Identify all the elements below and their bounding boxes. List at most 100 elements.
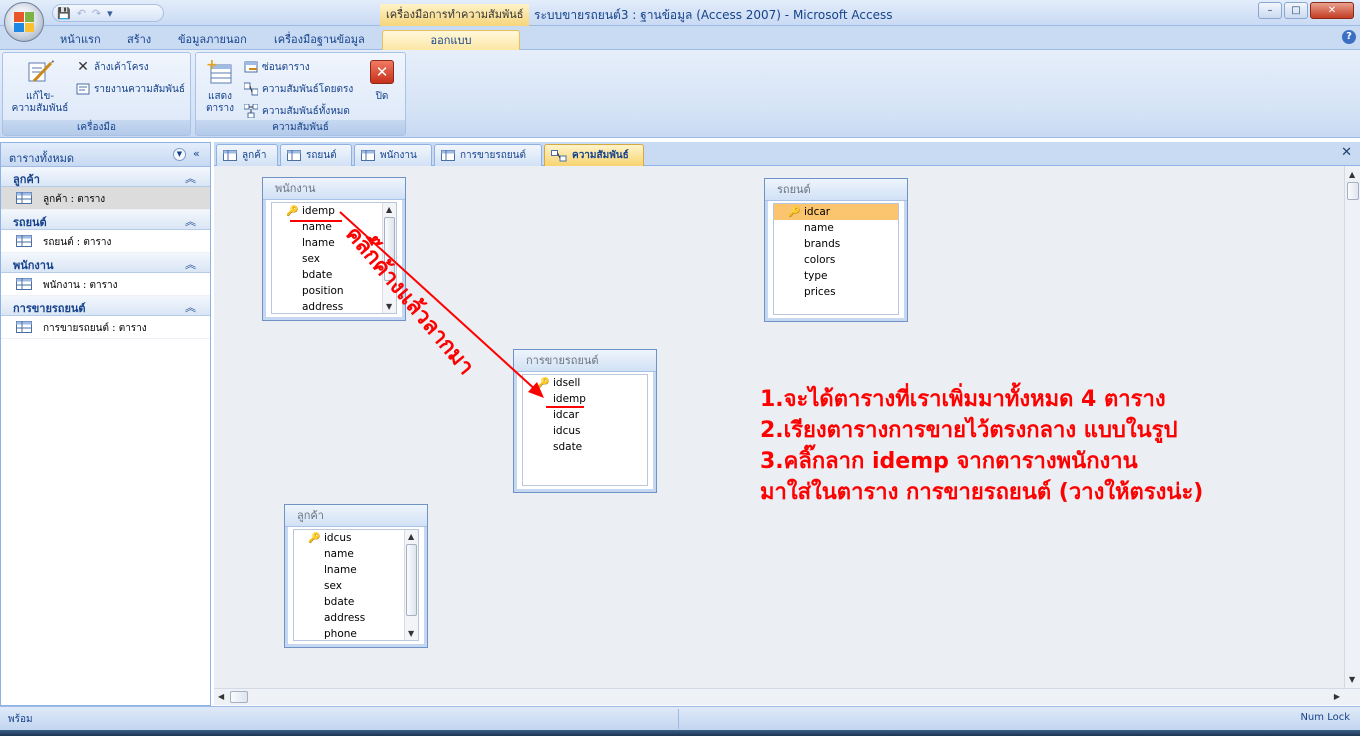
undo-icon[interactable]: ↶ <box>77 7 86 20</box>
office-button[interactable] <box>4 2 44 42</box>
scroll-down-icon[interactable]: ▼ <box>1349 675 1355 684</box>
redo-icon[interactable]: ↷ <box>92 7 101 20</box>
table-icon <box>287 150 301 161</box>
all-relationships-button[interactable]: ความสัมพันธ์ทั้งหมด <box>244 102 350 120</box>
canvas-horizontal-scrollbar[interactable]: ◀ ▶ <box>214 688 1360 705</box>
nav-group-label: ลูกค้า <box>13 173 40 186</box>
direct-relationships-button[interactable]: ความสัมพันธ์โดยตรง <box>244 80 353 98</box>
doc-tab-label: รถยนต์ <box>306 150 337 161</box>
nav-title: ตารางทั้งหมด <box>9 152 75 165</box>
tab-home[interactable]: หน้าแรก <box>60 30 101 50</box>
navigation-pane: ตารางทั้งหมด ▼ « ลูกค้า ︽ ลูกค้า : ตาราง… <box>0 142 211 706</box>
nav-header[interactable]: ตารางทั้งหมด ▼ « <box>1 143 210 167</box>
nav-item-car-table[interactable]: รถยนต์ : ตาราง <box>1 230 210 253</box>
scroll-right-icon[interactable]: ▶ <box>1334 692 1340 701</box>
scroll-left-icon[interactable]: ◀ <box>218 692 224 701</box>
nav-group-label: การขายรถยนต์ <box>13 302 86 315</box>
nav-group-customer[interactable]: ลูกค้า ︽ <box>1 167 210 187</box>
canvas-vertical-scrollbar[interactable]: ▲ ▼ <box>1344 166 1360 688</box>
show-table-button[interactable]: + แสดง ตาราง <box>200 57 240 115</box>
status-bar: พร้อม Num Lock <box>0 706 1360 730</box>
nav-item-sales-table[interactable]: การขายรถยนต์ : ตาราง <box>1 316 210 339</box>
all-relationships-icon <box>244 104 258 118</box>
doc-tab-label: การขายรถยนต์ <box>460 150 526 161</box>
nav-item-customer-table[interactable]: ลูกค้า : ตาราง <box>1 187 210 210</box>
direct-relationships-icon <box>244 82 258 96</box>
tab-database-tools[interactable]: เครื่องมือฐานข้อมูล <box>274 30 365 50</box>
nav-item-label: พนักงาน : ตาราง <box>43 280 118 291</box>
instruction-line: 3.คลิ๊กลาก idemp จากตารางพนักงาน <box>760 449 1138 474</box>
close-window-button[interactable]: ✕ <box>1310 2 1354 19</box>
instruction-line: มาใส่ในตาราง การขายรถยนต์ (วางให้ตรงน่ะ) <box>760 480 1204 505</box>
window-title: ระบบขายรถยนต์3 : ฐานข้อมูล (Access 2007)… <box>534 8 893 22</box>
doc-tab-car[interactable]: รถยนต์ <box>280 144 352 166</box>
edit-relationships-button[interactable]: แก้ไข- ความสัมพันธ์ <box>7 57 73 115</box>
minimize-button[interactable]: – <box>1258 2 1282 19</box>
report-icon <box>76 82 90 96</box>
table-icon <box>16 192 32 207</box>
doc-tab-customer[interactable]: ลูกค้า <box>216 144 278 166</box>
show-table-icon: + <box>205 57 235 87</box>
context-tool-title: เครื่องมือการทำความสัมพันธ์ <box>380 4 530 26</box>
nav-item-label: การขายรถยนต์ : ตาราง <box>43 323 147 334</box>
instruction-line: 2.เรียงตารางการขายไว้ตรงกลาง แบบในรูป <box>760 418 1178 443</box>
chevron-up-icon: ︽ <box>185 301 196 314</box>
save-icon[interactable]: 💾 <box>57 7 71 20</box>
tab-external-data[interactable]: ข้อมูลภายนอก <box>178 30 247 50</box>
close-relationships-button[interactable]: ✕ ปิด <box>362 57 402 103</box>
hide-table-button[interactable]: ซ่อนตาราง <box>244 58 310 76</box>
collapse-pane-icon[interactable]: « <box>193 147 200 160</box>
table-icon <box>223 150 237 161</box>
table-icon <box>441 150 455 161</box>
direct-relationships-label: ความสัมพันธ์โดยตรง <box>262 83 354 95</box>
instruction-notes: 1.จะได้ตารางที่เราเพิ่มมาทั้งหมด 4 ตาราง… <box>760 384 1203 508</box>
relationships-icon <box>551 149 567 161</box>
hide-table-label: ซ่อนตาราง <box>262 61 310 73</box>
title-bar: 💾 ↶ ↷ ▾ เครื่องมือการทำความสัมพันธ์ ระบบ… <box>0 0 1360 26</box>
tab-design[interactable]: ออกแบบ <box>382 30 520 50</box>
svg-text:+: + <box>206 57 218 73</box>
doc-tab-label: ความสัมพันธ์ <box>572 150 629 161</box>
tools-group-label: เครื่องมือ <box>3 120 190 135</box>
close-red-x-icon: ✕ <box>367 57 397 87</box>
relationship-report-button[interactable]: รายงานความสัมพันธ์ <box>76 80 185 98</box>
edit-relationships-icon <box>25 57 55 87</box>
maximize-button[interactable]: □ <box>1284 2 1308 19</box>
edit-relationships-label: แก้ไข- ความสัมพันธ์ <box>11 91 69 114</box>
chevron-up-icon: ︽ <box>185 172 196 185</box>
table-icon <box>16 235 32 250</box>
clear-layout-button[interactable]: ✕ ล้างเค้าโครง <box>76 58 149 76</box>
nav-item-employee-table[interactable]: พนักงาน : ตาราง <box>1 273 210 296</box>
nav-group-employee[interactable]: พนักงาน ︽ <box>1 253 210 273</box>
nav-item-label: ลูกค้า : ตาราง <box>43 194 106 205</box>
doc-tab-label: ลูกค้า <box>242 150 267 161</box>
tab-create[interactable]: สร้าง <box>127 30 151 50</box>
chevron-up-icon: ︽ <box>185 215 196 228</box>
scroll-up-icon[interactable]: ▲ <box>1349 170 1355 179</box>
ribbon-group-tools: แก้ไข- ความสัมพันธ์ ✕ ล้างเค้าโครง รายงา… <box>2 52 191 136</box>
instruction-line: 1.จะได้ตารางที่เราเพิ่มมาทั้งหมด 4 ตาราง <box>760 387 1166 412</box>
nav-group-car[interactable]: รถยนต์ ︽ <box>1 210 210 230</box>
status-text: พร้อม <box>8 714 33 725</box>
window-controls: – □ ✕ <box>1258 2 1354 19</box>
doc-tab-employee[interactable]: พนักงาน <box>354 144 432 166</box>
ribbon-group-relationships: + แสดง ตาราง ซ่อนตาราง ความสัมพันธ์โดยตร… <box>195 52 406 136</box>
chevron-down-icon[interactable]: ▼ <box>173 148 186 161</box>
nav-item-label: รถยนต์ : ตาราง <box>43 237 112 248</box>
close-document-icon[interactable]: ✕ <box>1341 145 1352 160</box>
nav-group-sales[interactable]: การขายรถยนต์ ︽ <box>1 296 210 316</box>
status-divider <box>678 709 679 729</box>
taskbar-edge <box>0 730 1360 736</box>
doc-tab-sales[interactable]: การขายรถยนต์ <box>434 144 542 166</box>
doc-tab-relationships[interactable]: ความสัมพันธ์ <box>544 144 644 166</box>
scroll-thumb[interactable] <box>230 691 248 703</box>
office-logo-icon <box>14 12 34 32</box>
customize-toolbar-icon[interactable]: ▾ <box>107 7 113 20</box>
scroll-thumb[interactable] <box>1347 182 1359 200</box>
clear-layout-label: ล้างเค้าโครง <box>94 61 149 73</box>
show-table-label: แสดง ตาราง <box>206 91 234 114</box>
table-icon <box>16 321 32 336</box>
ribbon-tab-row: หน้าแรก สร้าง ข้อมูลภายนอก เครื่องมือฐาน… <box>0 26 1360 50</box>
help-icon[interactable]: ? <box>1342 30 1356 44</box>
document-tabs: ลูกค้า รถยนต์ พนักงาน การขายรถยนต์ ความส… <box>214 142 1360 166</box>
